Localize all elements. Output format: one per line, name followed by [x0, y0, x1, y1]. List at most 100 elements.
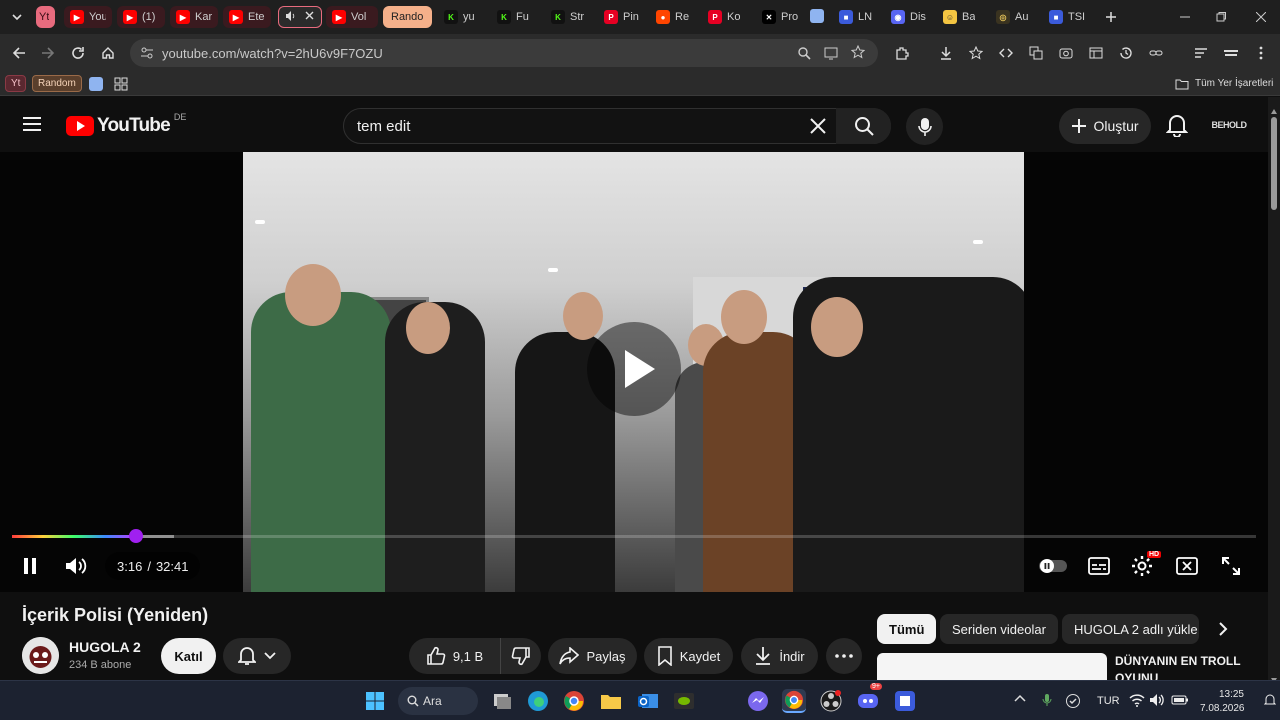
browser-tab[interactable]: ☺ Ba — [937, 6, 985, 28]
miniplayer-button[interactable] — [1173, 552, 1201, 580]
chips-next-chevron-icon[interactable] — [1212, 617, 1234, 646]
screenshot-icon[interactable] — [1055, 42, 1077, 64]
extensions-icon[interactable] — [891, 42, 913, 64]
discord-icon[interactable]: 9+ — [856, 683, 882, 713]
browser-tab[interactable]: Yt — [36, 6, 55, 28]
more-actions-button[interactable] — [826, 638, 862, 674]
all-bookmarks-link[interactable]: Tüm Yer İşaretleri — [1170, 75, 1278, 92]
pause-button[interactable] — [16, 552, 44, 580]
chrome-active-icon[interactable] — [782, 689, 806, 713]
browser-tab[interactable]: ▶ Ete — [223, 6, 271, 28]
channel-name[interactable]: HUGOLA 2 — [69, 639, 141, 655]
profile-avatar-icon[interactable] — [1220, 42, 1242, 64]
create-button[interactable]: Oluştur — [1059, 108, 1151, 144]
browser-tab[interactable]: ◎ Au — [990, 6, 1038, 28]
obs-icon[interactable] — [819, 689, 843, 713]
progress-scrubber-handle[interactable] — [129, 529, 144, 543]
nvidia-icon[interactable] — [672, 689, 696, 713]
bookmark-group-yt[interactable]: Yt — [5, 75, 27, 92]
browser-tab[interactable]: Kyu — [438, 6, 486, 28]
progress-bar[interactable] — [12, 529, 1256, 543]
favorites-star-icon[interactable] — [965, 42, 987, 64]
clear-search-icon[interactable] — [809, 117, 827, 140]
browser-tab[interactable]: K Str — [545, 6, 593, 28]
channel-avatar[interactable] — [22, 637, 59, 674]
audio-playing-icon[interactable] — [285, 10, 297, 25]
clock[interactable]: 13:25 7.08.2026 — [1200, 688, 1245, 716]
chrome-icon[interactable] — [562, 689, 586, 713]
dev-code-icon[interactable] — [995, 42, 1017, 64]
speaker-icon[interactable] — [1149, 693, 1165, 710]
app-blue-icon[interactable] — [893, 689, 917, 713]
browser-tab[interactable]: ● Re — [650, 6, 698, 28]
file-explorer-icon[interactable] — [599, 689, 623, 713]
site-info-icon[interactable] — [140, 46, 154, 63]
browser-tab[interactable]: K Fu — [491, 6, 539, 28]
browser-tab[interactable]: ▶ Kar — [170, 6, 218, 28]
bookmark-blue-icon[interactable] — [88, 75, 104, 92]
browser-tab[interactable]: ◉ Dis — [885, 6, 933, 28]
messenger-icon[interactable] — [746, 689, 770, 713]
new-tab-button[interactable] — [1096, 6, 1126, 28]
play-overlay-button[interactable] — [587, 322, 681, 416]
minimize-window-icon[interactable] — [1170, 6, 1200, 28]
download-icon[interactable] — [935, 42, 957, 64]
download-button[interactable]: İndir — [741, 638, 818, 674]
subtitles-button[interactable] — [1085, 552, 1113, 580]
browser-tab[interactable]: ▶ (1) — [117, 6, 165, 28]
forward-arrow-icon[interactable] — [37, 42, 59, 64]
browser-tab[interactable]: Random — [383, 6, 432, 28]
cast-icon[interactable] — [824, 46, 838, 63]
youtube-logo[interactable]: YouTube DE — [66, 112, 186, 137]
bookmark-group-random[interactable]: Random — [32, 75, 82, 92]
browser-tab[interactable]: P Ko — [702, 6, 750, 28]
wifi-icon[interactable] — [1129, 693, 1145, 710]
sidebar-panel-icon[interactable] — [1085, 42, 1107, 64]
apps-grid-icon[interactable] — [114, 75, 132, 92]
tab-search-chevron-icon[interactable] — [6, 6, 28, 28]
account-avatar[interactable]: BEHOLD — [1212, 111, 1248, 139]
search-button[interactable] — [836, 108, 891, 144]
tray-mic-icon[interactable] — [1042, 693, 1052, 710]
notification-center-icon[interactable] — [1263, 693, 1277, 710]
tray-vpn-icon[interactable] — [1065, 693, 1081, 712]
volume-button[interactable] — [63, 552, 91, 580]
browser-tab[interactable]: ■ LN — [833, 6, 881, 28]
translate-icon[interactable] — [1025, 42, 1047, 64]
notifications-bell-icon[interactable] — [1165, 113, 1190, 138]
taskbar-search[interactable]: Ara — [398, 687, 478, 715]
fullscreen-button[interactable] — [1217, 552, 1245, 580]
link-icon[interactable] — [1145, 42, 1167, 64]
hamburger-menu-icon[interactable] — [22, 116, 42, 137]
browser-tab[interactable]: ▶ You — [64, 6, 112, 28]
join-button[interactable]: Katıl — [161, 638, 216, 674]
autoplay-toggle[interactable] — [1036, 552, 1070, 580]
reading-list-icon[interactable] — [1190, 42, 1212, 64]
bookmark-star-icon[interactable] — [850, 44, 866, 62]
battery-icon[interactable] — [1171, 693, 1189, 710]
restore-window-icon[interactable] — [1206, 6, 1236, 28]
address-bar[interactable]: youtube.com/watch?v=2hU6v9F7OZU — [130, 39, 878, 67]
zoom-icon[interactable] — [797, 46, 811, 63]
browser-tab[interactable] — [278, 6, 322, 28]
chip-channel-uploads[interactable]: HUGOLA 2 adlı yükle — [1062, 614, 1199, 644]
windows-start-icon[interactable] — [363, 689, 387, 713]
browser-tab[interactable]: P Pin — [598, 6, 646, 28]
language-indicator[interactable]: TUR — [1097, 695, 1120, 707]
task-view-icon[interactable] — [490, 689, 514, 713]
browser-tab[interactable] — [808, 6, 826, 28]
subscription-notifications-button[interactable] — [223, 638, 291, 674]
browser-tab[interactable]: ✕ Pro — [756, 6, 804, 28]
outlook-icon[interactable] — [636, 689, 660, 713]
browser-tab[interactable]: ▶ Vol — [326, 6, 378, 28]
more-menu-icon[interactable] — [1250, 42, 1272, 64]
settings-button[interactable]: HD — [1128, 551, 1162, 580]
recommended-video-thumbnail[interactable] — [877, 653, 1107, 680]
like-button[interactable]: 9,1 B — [409, 638, 500, 674]
voice-search-button[interactable] — [906, 108, 943, 145]
history-icon[interactable] — [1115, 42, 1137, 64]
tab-close-icon[interactable] — [305, 11, 314, 23]
chip-series[interactable]: Seriden videolar — [940, 614, 1058, 644]
dislike-button[interactable] — [500, 638, 541, 674]
page-scrollbar[interactable] — [1268, 97, 1280, 683]
